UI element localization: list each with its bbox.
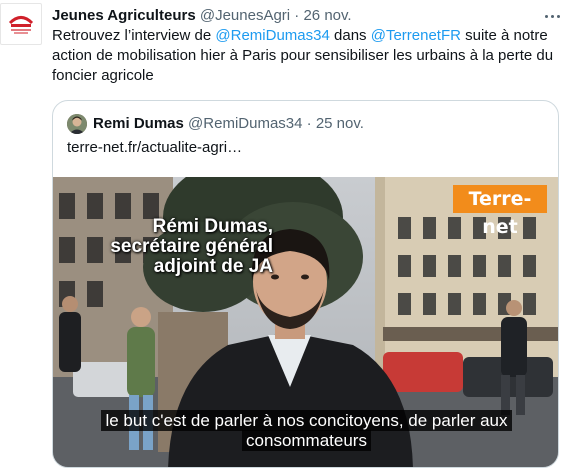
tweet-text-part: Retrouvez l’interview de [52,27,216,44]
quoted-tweet-card[interactable]: Remi Dumas @RemiDumas34 · 25 nov. terre-… [52,100,559,468]
author-name[interactable]: Jeunes Agriculteurs [52,7,196,24]
quoted-link[interactable]: terre-net.fr/actualite-agri… [67,138,242,158]
quoted-author-name[interactable]: Remi Dumas [93,115,184,132]
quoted-tweet-timestamp[interactable]: 25 nov. [316,115,364,132]
video-title-line: adjoint de JA [153,256,273,277]
author-handle[interactable]: @JeunesAgri [200,7,290,24]
tweet-text-part: dans [329,27,371,44]
tweet-timestamp[interactable]: 26 nov. [303,7,351,24]
subtitle-line: le but c'est de parler à nos concitoyens… [101,410,512,431]
separator-dot: · [306,115,312,132]
quoted-tweet-header: Remi Dumas @RemiDumas34 · 25 nov. [93,114,364,134]
separator-dot: · [294,7,300,24]
person-avatar-icon [67,114,87,134]
jeunes-agriculteurs-logo [8,16,34,34]
more-horizontal-icon[interactable] [542,6,562,26]
author-avatar[interactable] [0,3,42,45]
video-title-overlay: Rémi Dumas, secrétaire général adjoint d… [93,217,273,277]
mention-terrenetfr[interactable]: @TerrenetFR [371,27,461,44]
quoted-author-avatar[interactable] [67,114,87,134]
subtitle-line: consommateurs [242,430,371,451]
video-player[interactable]: Rémi Dumas, secrétaire général adjoint d… [53,177,558,467]
video-subtitle: le but c'est de parler à nos concitoyens… [53,410,558,451]
quoted-author-handle[interactable]: @RemiDumas34 [188,115,302,132]
video-title-line: secrétaire général [110,236,273,257]
mention-remidumas34[interactable]: @RemiDumas34 [215,27,329,44]
tweet-text: Retrouvez l’interview de @RemiDumas34 da… [52,26,562,86]
terre-net-logo: Terre-net [453,185,547,238]
tweet-header: Jeunes Agriculteurs @JeunesAgri · 26 nov… [52,6,536,26]
video-title-line: Rémi Dumas, [152,216,273,237]
